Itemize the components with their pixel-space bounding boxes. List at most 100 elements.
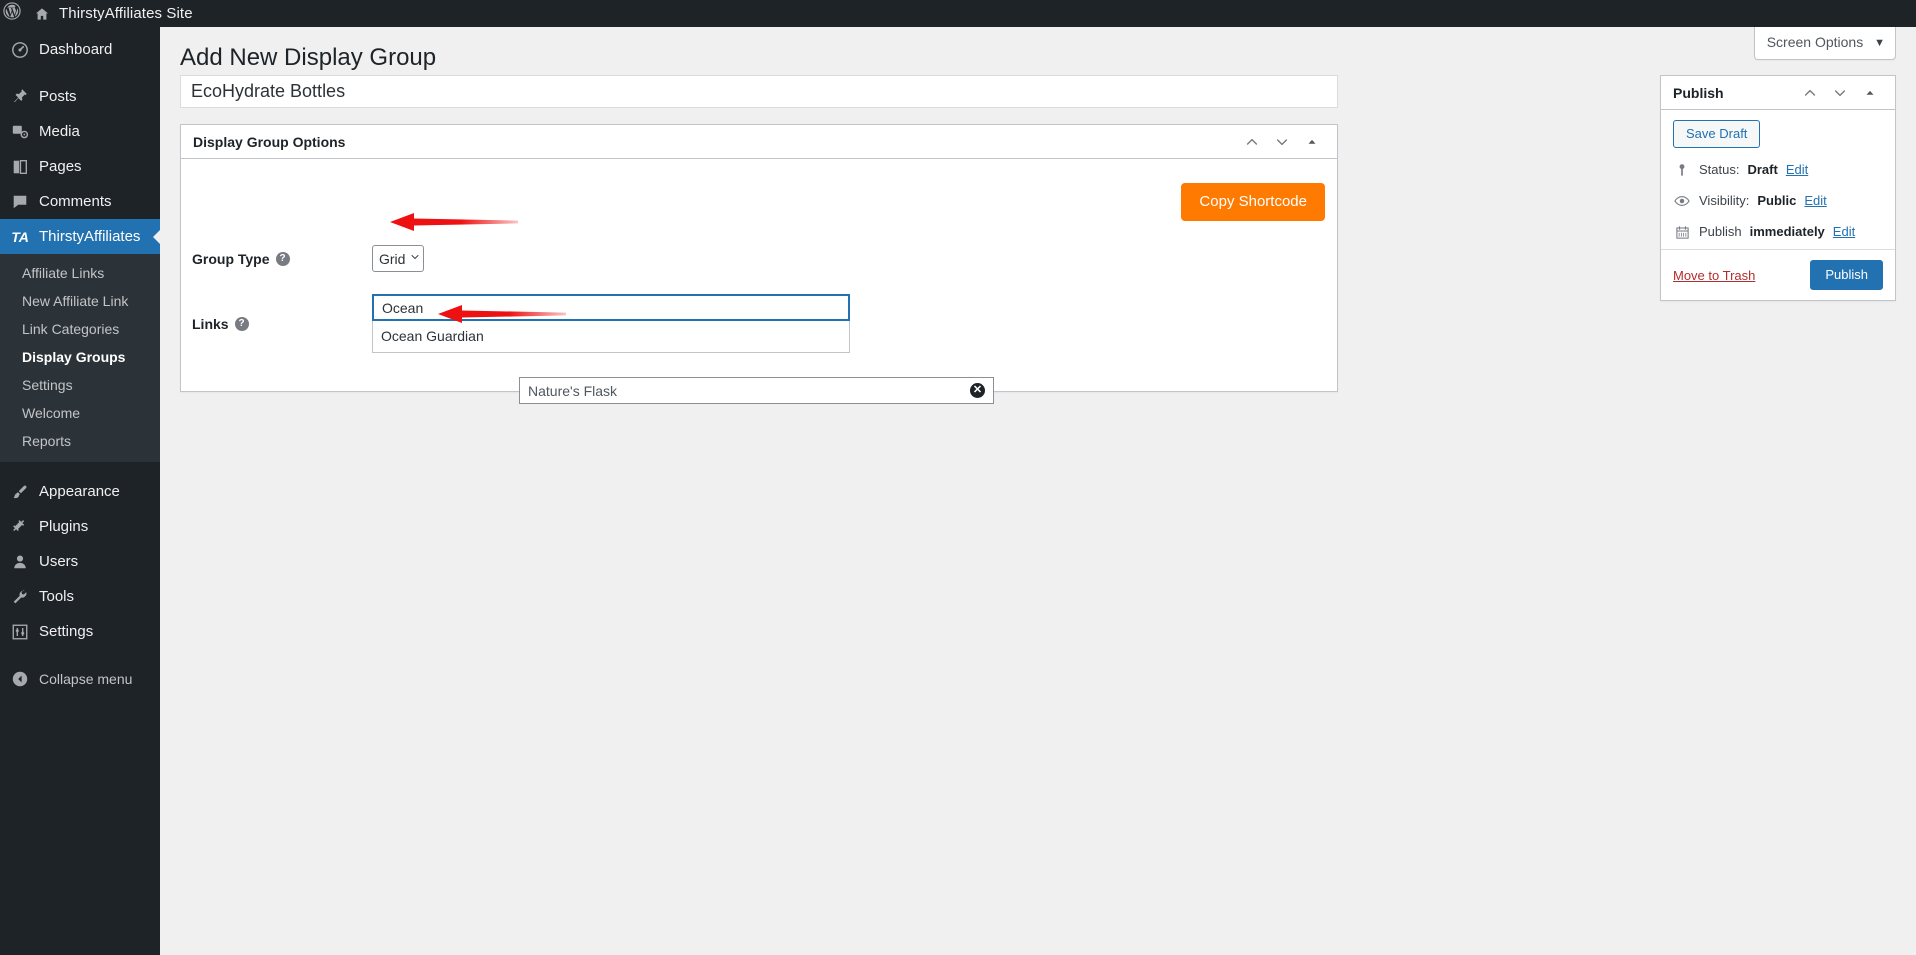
collapse-arrow-icon: [10, 670, 30, 688]
visibility-edit-link[interactable]: Edit: [1804, 192, 1826, 210]
sidebar-item-label: Posts: [39, 88, 77, 105]
wrench-icon: [10, 588, 30, 606]
sidebar-item-tools[interactable]: Tools: [0, 579, 160, 614]
submenu-item-affiliate-links[interactable]: Affiliate Links: [0, 259, 160, 287]
links-label-wrap: Links ?: [192, 294, 372, 353]
links-search-value: Ocean: [382, 299, 424, 316]
chevron-down-icon: ▼: [1874, 37, 1885, 49]
display-group-options-panel: Display Group Options Copy Shortcode Gro…: [180, 124, 1338, 404]
sidebar-item-dashboard[interactable]: Dashboard: [0, 32, 160, 67]
group-type-selected-value: Grid: [379, 250, 406, 267]
copy-shortcode-button[interactable]: Copy Shortcode: [1181, 183, 1325, 221]
status-label: Status:: [1699, 162, 1740, 177]
ta-logo-icon: TA: [11, 228, 29, 245]
sidebar-item-label: Media: [39, 123, 80, 140]
toggle-triangle-icon[interactable]: [1299, 129, 1325, 155]
sidebar-item-label: Pages: [39, 158, 82, 175]
visibility-row: Visibility: Public Edit: [1673, 192, 1883, 210]
publish-header-controls: [1797, 80, 1883, 106]
submenu-item-welcome[interactable]: Welcome: [0, 399, 160, 427]
chevron-down-icon: [410, 252, 420, 265]
links-autocomplete: Ocean Ocean Guardian: [372, 294, 850, 353]
chevron-up-icon[interactable]: [1239, 129, 1265, 155]
chevron-down-icon[interactable]: [1827, 80, 1853, 106]
submenu-item-settings[interactable]: Settings: [0, 371, 160, 399]
sidebar-item-label: Tools: [39, 588, 75, 605]
chevron-down-icon[interactable]: [1269, 129, 1295, 155]
admin-content-area: Screen Options ▼ Add New Display Group D…: [160, 27, 1916, 955]
display-group-options-title: Display Group Options: [193, 133, 346, 150]
home-icon: [34, 6, 50, 22]
post-title-wrap: [180, 75, 1338, 108]
collapse-menu-label: Collapse menu: [39, 670, 133, 687]
sidebar-divider: [0, 67, 160, 79]
schedule-value: immediately: [1749, 224, 1825, 239]
collapse-menu-button[interactable]: Collapse menu: [0, 661, 160, 696]
site-name-menu[interactable]: ThirstyAffiliates Site: [24, 0, 203, 27]
publish-panel-header: Publish: [1661, 76, 1895, 110]
comments-icon: [10, 193, 30, 211]
sidebar-item-label: Plugins: [39, 518, 89, 535]
user-icon: [10, 553, 30, 571]
links-label: Links: [192, 315, 229, 332]
publish-panel: Publish Save Draft Status: Draft Edit Vi…: [1660, 75, 1896, 301]
help-icon[interactable]: ?: [234, 316, 249, 331]
wordpress-logo-icon: [3, 2, 21, 25]
pin-icon: [10, 88, 30, 106]
brush-icon: [10, 483, 30, 501]
remove-circle-icon[interactable]: ✕: [970, 383, 985, 398]
display-group-options-header: Display Group Options: [181, 125, 1337, 159]
media-icon: [10, 123, 30, 141]
publish-actions-top: Save Draft Status: Draft Edit Visibility…: [1661, 110, 1895, 249]
submenu-item-link-categories[interactable]: Link Categories: [0, 315, 160, 343]
links-suggestion-0[interactable]: Ocean Guardian: [373, 321, 849, 352]
schedule-edit-link[interactable]: Edit: [1833, 223, 1855, 241]
display-group-options-body: Copy Shortcode Group Type ? Grid Links ?…: [181, 159, 1337, 404]
sidebar-item-users[interactable]: Users: [0, 544, 160, 579]
chevron-up-icon[interactable]: [1797, 80, 1823, 106]
group-type-field-row: Group Type ? Grid: [192, 245, 424, 272]
links-suggestion-list: Ocean Guardian: [372, 321, 850, 353]
save-draft-button[interactable]: Save Draft: [1673, 120, 1761, 148]
status-value: Draft: [1747, 162, 1778, 177]
group-type-label-wrap: Group Type ?: [192, 245, 372, 272]
eye-icon: [1673, 193, 1691, 209]
dashboard-icon: [10, 41, 30, 59]
publish-actions-bottom: Move to Trash Publish: [1661, 249, 1895, 300]
sidebar-item-plugins[interactable]: Plugins: [0, 509, 160, 544]
schedule-label: Publish: [1699, 224, 1742, 239]
status-row: Status: Draft Edit: [1673, 161, 1883, 179]
screen-options-button[interactable]: Screen Options ▼: [1753, 27, 1896, 60]
toggle-triangle-icon[interactable]: [1857, 80, 1883, 106]
sidebar-item-pages[interactable]: Pages: [0, 149, 160, 184]
sidebar-divider: [0, 649, 160, 661]
sidebar-item-comments[interactable]: Comments: [0, 184, 160, 219]
help-icon[interactable]: ?: [275, 251, 290, 266]
sidebar-item-media[interactable]: Media: [0, 114, 160, 149]
sidebar-item-label: Appearance: [39, 483, 120, 500]
sidebar-item-settings[interactable]: Settings: [0, 614, 160, 649]
selected-link-row[interactable]: Nature's Flask ✕: [519, 377, 994, 404]
move-to-trash-link[interactable]: Move to Trash: [1673, 268, 1755, 283]
status-edit-link[interactable]: Edit: [1786, 161, 1808, 179]
sliders-icon: [10, 623, 30, 641]
publish-panel-title: Publish: [1673, 84, 1724, 101]
links-search-input[interactable]: Ocean: [372, 294, 850, 321]
panel-header-controls: [1239, 129, 1325, 155]
sidebar-divider: [0, 462, 160, 474]
group-type-select[interactable]: Grid: [372, 245, 424, 272]
sidebar-item-label: Dashboard: [39, 41, 113, 58]
links-field-row: Links ? Ocean Ocean Guardian: [192, 294, 850, 353]
sidebar-item-posts[interactable]: Posts: [0, 79, 160, 114]
sidebar-item-label: Settings: [39, 623, 94, 640]
wordpress-logo-button[interactable]: [0, 0, 24, 27]
post-title-input[interactable]: [180, 75, 1338, 108]
sidebar-item-thirstyaffiliates[interactable]: TA ThirstyAffiliates: [0, 219, 161, 254]
sidebar-item-appearance[interactable]: Appearance: [0, 474, 160, 509]
submenu-item-new-affiliate-link[interactable]: New Affiliate Link: [0, 287, 160, 315]
publish-button[interactable]: Publish: [1810, 260, 1883, 290]
submenu-item-reports[interactable]: Reports: [0, 427, 160, 455]
selected-link-name: Nature's Flask: [528, 382, 618, 399]
submenu-item-display-groups[interactable]: Display Groups: [0, 343, 160, 371]
sidebar-item-label: Comments: [39, 193, 112, 210]
